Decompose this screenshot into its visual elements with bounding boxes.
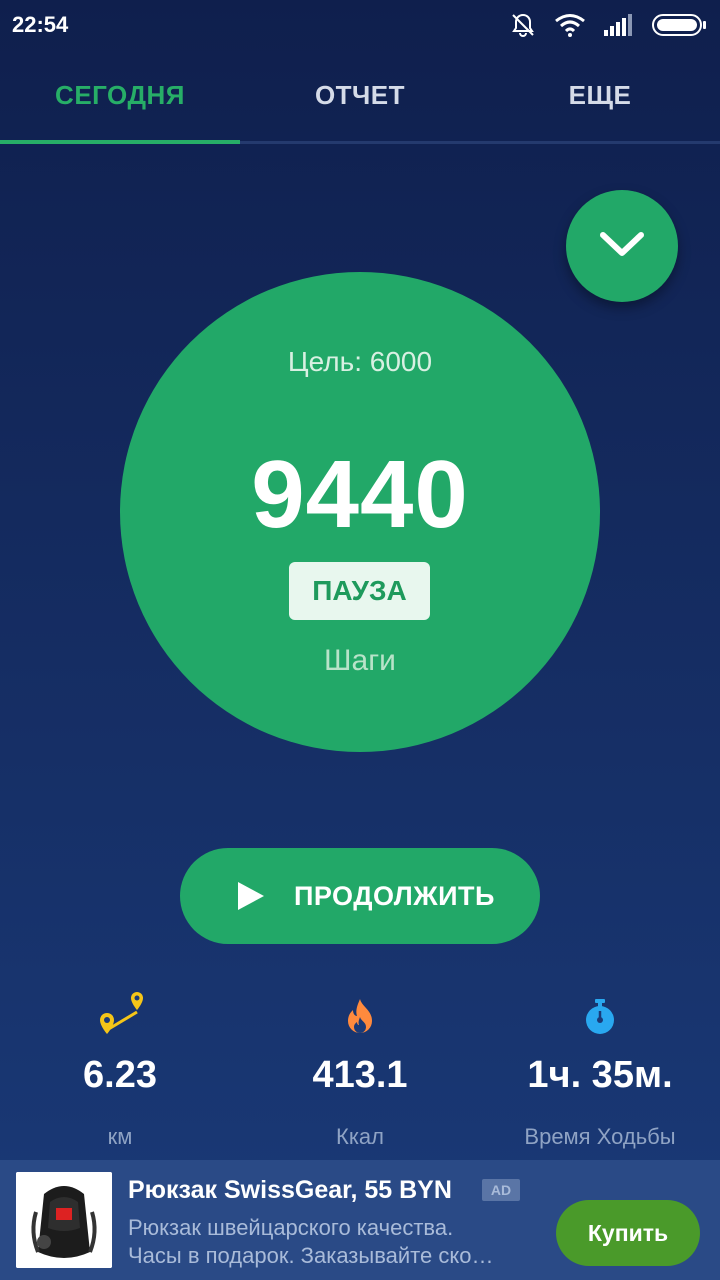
route-icon: [92, 990, 148, 1047]
ad-badge: AD: [482, 1179, 520, 1201]
walk-time-value: 1ч. 35м.: [527, 1054, 673, 1096]
steps-circle: Цель: 6000 9440 ПАУЗА Шаги: [120, 272, 600, 752]
signal-icon: [604, 14, 634, 36]
steps-count: 9440: [251, 441, 469, 548]
tab-more[interactable]: ЕЩЕ: [480, 50, 720, 141]
flame-icon: [343, 997, 377, 1040]
status-time: 22:54: [12, 12, 69, 37]
bell-off-icon: [510, 12, 536, 38]
play-icon: [238, 882, 264, 915]
tab-today[interactable]: СЕГОДНЯ: [0, 50, 240, 141]
ad-banner[interactable]: Рюкзак SwissGear, 55 BYN AD Рюкзак швейц…: [0, 1160, 720, 1280]
ad-title: Рюкзак SwissGear, 55 BYN: [128, 1176, 452, 1204]
buy-button[interactable]: Купить: [556, 1200, 700, 1266]
ad-description-line-2: Часы в подарок. Заказывайте ско…: [128, 1243, 494, 1268]
battery-icon: [652, 13, 708, 37]
status-bar: 22:54: [0, 0, 720, 50]
stopwatch-icon: [583, 997, 617, 1040]
tab-bar: СЕГОДНЯ ОТЧЕТ ЕЩЕ: [0, 50, 720, 144]
collapse-button[interactable]: [566, 190, 678, 302]
ad-description-line-1: Рюкзак швейцарского качества.: [128, 1215, 454, 1240]
stat-distance: 6.23 км: [0, 990, 240, 1160]
steps-goal: Цель: 6000: [287, 346, 433, 377]
continue-button-label: ПРОДОЛЖИТЬ: [294, 881, 495, 911]
pause-button[interactable]: ПАУЗА: [289, 562, 430, 620]
calories-label: Ккал: [336, 1124, 384, 1149]
chevron-down-icon: [597, 229, 647, 264]
wifi-icon: [554, 13, 586, 37]
stat-calories: 413.1 Ккал: [240, 990, 480, 1160]
status-icons: [510, 12, 708, 38]
continue-button[interactable]: ПРОДОЛЖИТЬ: [180, 848, 540, 944]
tab-report[interactable]: ОТЧЕТ: [240, 50, 480, 141]
steps-unit-label: Шаги: [324, 644, 396, 677]
stats-row: 6.23 км 413.1 Ккал 1ч. 35м. Время Ходьбы: [0, 990, 720, 1160]
ad-product-image: [16, 1172, 112, 1268]
distance-value: 6.23: [83, 1054, 157, 1096]
distance-label: км: [107, 1124, 133, 1149]
walk-time-label: Время Ходьбы: [524, 1124, 676, 1149]
calories-value: 413.1: [312, 1054, 408, 1096]
tab-indicator: [0, 140, 240, 144]
stat-walk-time: 1ч. 35м. Время Ходьбы: [480, 990, 720, 1160]
ad-description: Рюкзак швейцарского качества. Часы в под…: [128, 1214, 538, 1270]
